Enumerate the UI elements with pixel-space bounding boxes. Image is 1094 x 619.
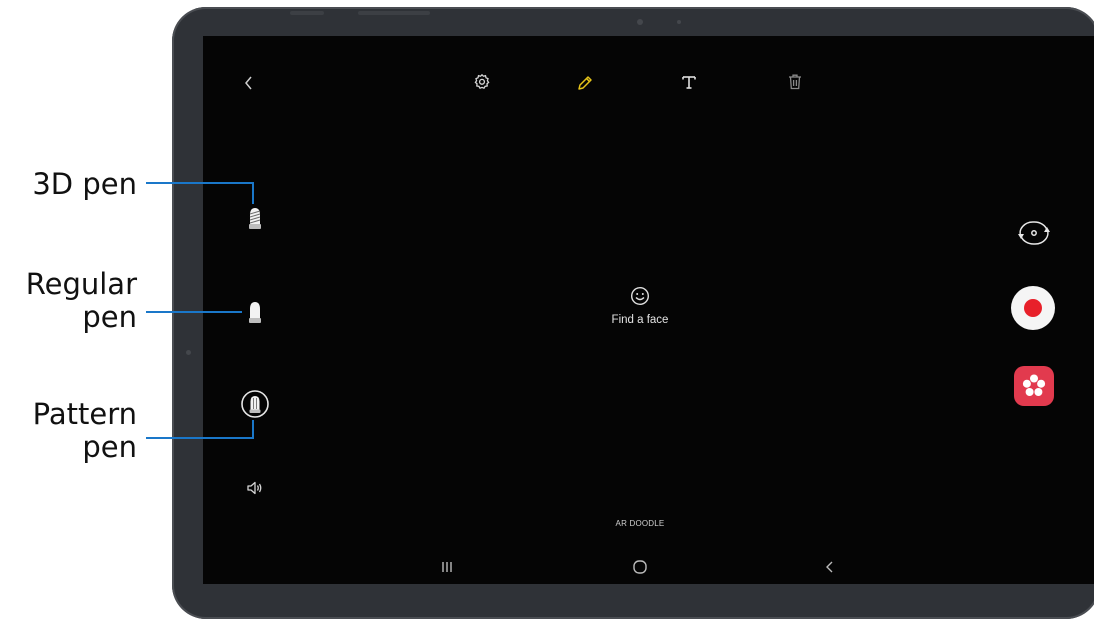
callout-regular-pen-line1: Regular <box>25 267 137 301</box>
recents-icon[interactable] <box>440 560 454 574</box>
pencil-icon[interactable] <box>576 74 594 92</box>
record-icon <box>1024 299 1042 317</box>
speaker-icon[interactable] <box>246 481 264 495</box>
proximity-sensor <box>677 20 681 24</box>
hardware-button-right <box>358 11 430 15</box>
record-button[interactable] <box>1011 286 1055 330</box>
3d-pen-icon[interactable] <box>247 206 263 232</box>
face-detection-prompt: Find a face <box>585 286 695 326</box>
callout-line-pattern-pen-h <box>146 437 254 439</box>
back-arrow-icon[interactable] <box>242 75 256 91</box>
pattern-pen-icon[interactable] <box>240 389 270 419</box>
text-icon[interactable] <box>680 73 698 91</box>
front-camera <box>637 19 643 25</box>
smiley-face-icon <box>630 286 650 306</box>
find-a-face-text: Find a face <box>611 314 669 326</box>
callout-regular-pen: Regular pen <box>26 268 137 334</box>
callout-3d-pen-label: 3D pen <box>32 167 137 201</box>
callout-line-pattern-pen-v <box>252 420 254 439</box>
callout-pattern-pen: Pattern pen <box>33 398 137 464</box>
mode-label: AR DOODLE <box>615 519 665 528</box>
callout-3d-pen: 3D pen <box>32 168 137 201</box>
hardware-button-left <box>290 11 324 15</box>
effects-button[interactable] <box>1014 366 1054 406</box>
back-icon[interactable] <box>823 560 837 574</box>
regular-pen-icon[interactable] <box>247 300 263 326</box>
callout-pattern-pen-line2: pen <box>82 430 137 464</box>
effects-icon <box>1022 374 1046 396</box>
callout-regular-pen-line2: pen <box>82 300 137 334</box>
gear-icon[interactable] <box>473 73 491 91</box>
callout-pattern-pen-line1: Pattern <box>32 397 137 431</box>
callout-line-3d-pen-v <box>252 182 254 204</box>
callout-line-3d-pen-h <box>146 182 254 184</box>
callout-line-regular-pen <box>146 311 242 313</box>
trash-icon[interactable] <box>787 73 803 91</box>
camera-switch-icon[interactable] <box>1015 218 1053 248</box>
side-sensor <box>186 350 191 355</box>
home-icon[interactable] <box>631 559 649 575</box>
